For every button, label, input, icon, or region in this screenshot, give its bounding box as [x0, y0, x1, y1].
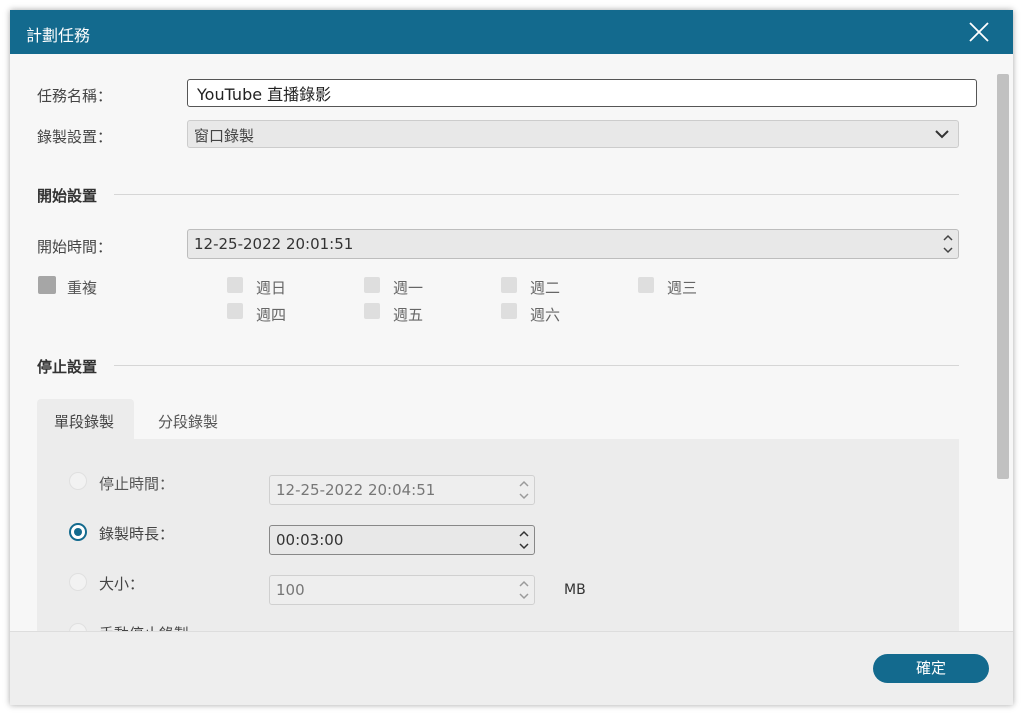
start-settings-title: 開始設置 — [37, 187, 98, 205]
close-icon — [969, 22, 989, 42]
start-time-input[interactable]: 12-25-2022 20:01:51 — [187, 229, 959, 259]
day-checkbox-sat[interactable] — [501, 303, 517, 319]
day-label-tue: 週二 — [530, 279, 561, 297]
day-checkbox-thu[interactable] — [227, 303, 243, 319]
stop-time-input[interactable]: 12-25-2022 20:04:51 — [269, 475, 535, 505]
size-unit: MB — [564, 582, 586, 598]
duration-value: 00:03:00 — [276, 531, 344, 549]
task-name-label: 任務名稱： — [37, 87, 113, 105]
record-setting-label: 錄製設置： — [37, 128, 113, 146]
dialog-footer: 確定 — [10, 631, 1013, 705]
day-label-sat: 週六 — [530, 306, 561, 324]
day-label-wed: 週三 — [667, 279, 698, 297]
stop-options-panel: 停止時間： 12-25-2022 20:04:51 錄製時長： 00:03:00… — [37, 439, 959, 631]
dialog-content: 任務名稱： 錄製設置： 窗口錄製 開始設置 開始時間： 12-25-2022 2… — [10, 54, 995, 631]
task-name-input[interactable] — [187, 79, 977, 107]
duration-label: 錄製時長： — [99, 525, 175, 543]
manual-stop-radio[interactable] — [69, 623, 87, 631]
scrollbar[interactable] — [997, 74, 1009, 479]
duration-input[interactable]: 00:03:00 — [269, 525, 535, 555]
day-checkbox-mon[interactable] — [364, 277, 380, 293]
repeat-label: 重複 — [67, 279, 98, 297]
spinner-arrows-icon[interactable] — [518, 578, 530, 602]
size-value: 100 — [276, 581, 305, 599]
spinner-arrows-icon[interactable] — [518, 528, 530, 552]
tab-segment-recording[interactable]: 分段錄製 — [144, 399, 241, 439]
confirm-button[interactable]: 確定 — [873, 654, 989, 683]
spinner-arrows-icon[interactable] — [942, 232, 954, 256]
start-time-label: 開始時間： — [37, 238, 113, 256]
schedule-task-dialog: 計劃任務 任務名稱： 錄製設置： 窗口錄製 開始設置 開始時間： 12-25-2… — [10, 10, 1013, 705]
stop-settings-title: 停止設置 — [37, 358, 98, 376]
day-checkbox-wed[interactable] — [638, 277, 654, 293]
day-label-thu: 週四 — [256, 306, 287, 324]
record-setting-select[interactable]: 窗口錄製 — [187, 120, 959, 148]
stop-time-radio[interactable] — [69, 472, 87, 490]
manual-stop-label: 手動停止錄製 — [99, 623, 189, 631]
day-label-fri: 週五 — [393, 306, 424, 324]
close-button[interactable] — [968, 21, 990, 43]
start-time-value: 12-25-2022 20:01:51 — [194, 235, 354, 253]
day-checkbox-fri[interactable] — [364, 303, 380, 319]
stop-settings-divider — [114, 365, 959, 366]
day-label-mon: 週一 — [393, 279, 424, 297]
day-checkbox-tue[interactable] — [501, 277, 517, 293]
chevron-down-icon — [935, 130, 949, 139]
stop-time-value: 12-25-2022 20:04:51 — [276, 481, 436, 499]
repeat-checkbox[interactable] — [38, 276, 56, 294]
title-bar: 計劃任務 — [10, 10, 1013, 54]
start-settings-divider — [114, 194, 959, 195]
tab-segment-recording-label: 分段錄製 — [158, 413, 219, 431]
day-checkbox-sun[interactable] — [227, 277, 243, 293]
size-radio[interactable] — [69, 573, 87, 591]
stop-time-label: 停止時間： — [99, 475, 175, 493]
tab-single-recording[interactable]: 單段錄製 — [37, 399, 134, 439]
dialog-title: 計劃任務 — [26, 26, 91, 45]
tab-single-recording-label: 單段錄製 — [54, 413, 115, 431]
record-setting-value: 窗口錄製 — [194, 127, 255, 145]
size-label: 大小： — [99, 575, 145, 593]
day-label-sun: 週日 — [256, 279, 287, 297]
duration-radio[interactable] — [69, 523, 87, 541]
size-input[interactable]: 100 — [269, 575, 535, 605]
spinner-arrows-icon[interactable] — [518, 478, 530, 502]
